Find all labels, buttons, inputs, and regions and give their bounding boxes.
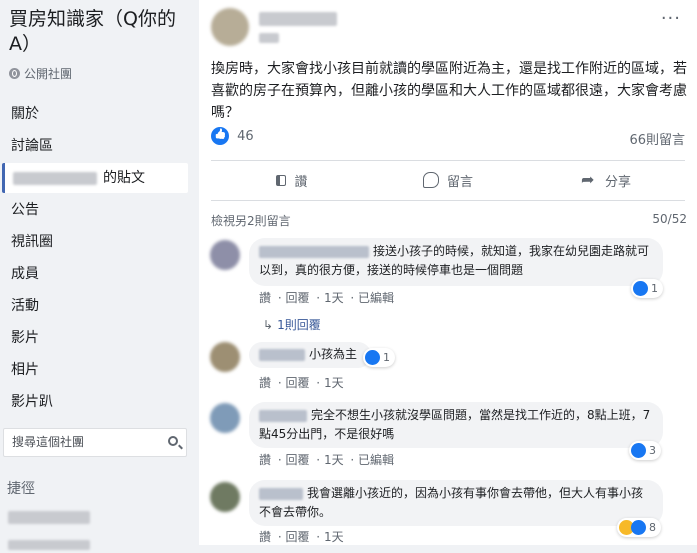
nav-watch-party[interactable]: 影片趴 (0, 386, 198, 418)
comment-links: 讚 · 回覆 · 1天 · 已編輯 (259, 291, 395, 305)
nav-events[interactable]: 活動 (0, 290, 198, 322)
like-reaction-icon (365, 350, 380, 365)
reply-arrow-icon: ↳ (263, 318, 274, 332)
like-reaction-icon (631, 443, 646, 458)
comment-reactions[interactable]: 3 (629, 441, 661, 460)
nav-discussion[interactable]: 討論區 (0, 130, 198, 162)
comment-reactions[interactable]: 1 (363, 348, 395, 367)
comment-like-link[interactable]: 讚 (259, 376, 271, 390)
comment-icon (422, 172, 439, 188)
nav-member-posts[interactable]: 的貼文 (2, 163, 188, 193)
view-more-comments[interactable]: 檢視另2則留言 (211, 212, 291, 229)
comment-edited[interactable]: 已編輯 (358, 291, 394, 305)
nav-announcements[interactable]: 公告 (0, 194, 198, 226)
thumbs-up-icon (276, 174, 287, 186)
commenter-avatar[interactable] (210, 403, 240, 433)
comment-reaction-count: 8 (649, 521, 656, 534)
commenter-avatar[interactable] (210, 240, 240, 270)
comment-bubble: 接送小孩子的時候，就知道，我家在幼兒園走路就可以到，真的很方便，接送的時候停車也… (249, 238, 663, 286)
group-search-input[interactable]: 搜尋這個社團 (3, 428, 187, 457)
comment-edited[interactable]: 已編輯 (358, 453, 394, 467)
group-nav: 關於 討論區 的貼文 公告 視訊圈 成員 活動 影片 相片 影片趴 (0, 98, 198, 418)
comment-reply-link[interactable]: 回覆 (285, 291, 309, 305)
post-card: ··· 換房時，大家會找小孩目前就讀的學區附近為主，還是找工作附近的區域，若喜歡… (199, 0, 697, 545)
comment-reaction-count: 3 (649, 444, 656, 457)
divider (211, 200, 685, 201)
comment-text: 我會選離小孩近的，因為小孩有事你會去帶他，但大人有事小孩不會去帶你。 (259, 486, 644, 519)
comment-like-link[interactable]: 讚 (259, 291, 271, 305)
shortcut-item[interactable] (8, 507, 98, 524)
view-replies-link[interactable]: ↳ 1則回覆 (263, 316, 321, 333)
replies-count: 1則回覆 (277, 318, 321, 332)
comment-bubble: 完全不想生小孩就沒學區問題，當然是找工作近的，8點上班，7點45分出門，不是很好… (249, 402, 663, 448)
comment-links: 讚 · 回覆 · 1天 (259, 376, 344, 390)
like-label: 讚 (294, 174, 308, 190)
nav-videos[interactable]: 影片 (0, 322, 198, 354)
blurred-commenter-name[interactable] (259, 487, 303, 500)
comment-label: 留言 (446, 174, 473, 190)
reaction-count[interactable]: 46 (237, 129, 254, 144)
like-reaction-icon[interactable] (211, 127, 229, 145)
globe-icon (9, 68, 20, 79)
nav-about[interactable]: 關於 (0, 98, 198, 130)
reaction-summary: 46 66則留言 (211, 127, 685, 149)
nav-member-posts-label: 的貼文 (103, 170, 145, 186)
blurred-commenter-name[interactable] (259, 245, 369, 258)
comment-count[interactable]: 66則留言 (629, 129, 685, 148)
author-avatar[interactable] (211, 8, 249, 46)
group-title[interactable]: 買房知識家（Q你的A） (9, 7, 194, 57)
like-reaction-icon (631, 520, 646, 535)
group-privacy: 公開社團 (9, 65, 72, 82)
more-options-icon[interactable]: ··· (661, 8, 681, 29)
like-reaction-icon (633, 281, 648, 296)
post-text: 換房時，大家會找小孩目前就讀的學區附近為主，還是找工作附近的區域，若喜歡的房子在… (211, 61, 687, 121)
comment-time[interactable]: 1天 (324, 376, 344, 390)
comment-reaction-count: 1 (651, 282, 658, 295)
like-button[interactable]: 讚 (211, 162, 369, 198)
comment-reply-link[interactable]: 回覆 (285, 530, 309, 544)
comment-text: 完全不想生小孩就沒學區問題，當然是找工作近的，8點上班，7點45分出門，不是很好… (259, 408, 651, 441)
divider (211, 160, 685, 161)
comment-reactions[interactable]: 1 (631, 279, 663, 298)
search-icon[interactable] (168, 436, 178, 446)
shortcuts-label: 捷徑 (7, 481, 35, 497)
commenter-avatar[interactable] (210, 342, 240, 372)
comment-like-link[interactable]: 讚 (259, 530, 271, 544)
search-placeholder: 搜尋這個社團 (12, 435, 85, 449)
privacy-label: 公開社團 (24, 67, 73, 81)
share-icon: ➦ (580, 170, 595, 189)
shortcut-item[interactable] (8, 534, 98, 550)
comment-reply-link[interactable]: 回覆 (285, 453, 309, 467)
group-sidebar: 買房知識家（Q你的A） 公開社團 關於 討論區 的貼文 公告 視訊圈 成員 活動… (0, 0, 198, 550)
blurred-commenter-name[interactable] (259, 348, 305, 361)
comment-time[interactable]: 1天 (324, 530, 344, 544)
post-actions: 讚 留言 ➦ 分享 (211, 162, 685, 198)
comment-reply-link[interactable]: 回覆 (285, 376, 309, 390)
share-button[interactable]: ➦ 分享 (527, 162, 685, 198)
comment-button[interactable]: 留言 (369, 162, 527, 198)
comment-links: 讚 · 回覆 · 1天 · 已編輯 (259, 453, 395, 467)
nav-photos[interactable]: 相片 (0, 354, 198, 386)
blurred-commenter-name[interactable] (259, 409, 307, 422)
nav-video-chat[interactable]: 視訊圈 (0, 226, 198, 258)
comment-reactions[interactable]: 8 (617, 518, 661, 537)
comment-time[interactable]: 1天 (324, 453, 344, 467)
comment-text: 小孩為主 (309, 347, 358, 361)
blurred-post-meta (259, 33, 279, 43)
commenter-avatar[interactable] (210, 482, 240, 512)
comment-bubble: 小孩為主 (249, 342, 371, 368)
comment-bubble: 我會選離小孩近的，因為小孩有事你會去帶他，但大人有事小孩不會去帶你。 (249, 480, 663, 526)
comment-like-link[interactable]: 讚 (259, 453, 271, 467)
share-label: 分享 (604, 174, 631, 190)
blurred-shortcut (8, 511, 90, 524)
nav-members[interactable]: 成員 (0, 258, 198, 290)
comment-time[interactable]: 1天 (324, 291, 344, 305)
comment-links: 讚 · 回覆 · 1天 (259, 530, 344, 544)
comment-pagination: 50/52 (652, 212, 687, 226)
blurred-member-name (13, 171, 97, 185)
comment-reaction-count: 1 (383, 351, 390, 364)
blurred-author-name[interactable] (259, 12, 337, 26)
